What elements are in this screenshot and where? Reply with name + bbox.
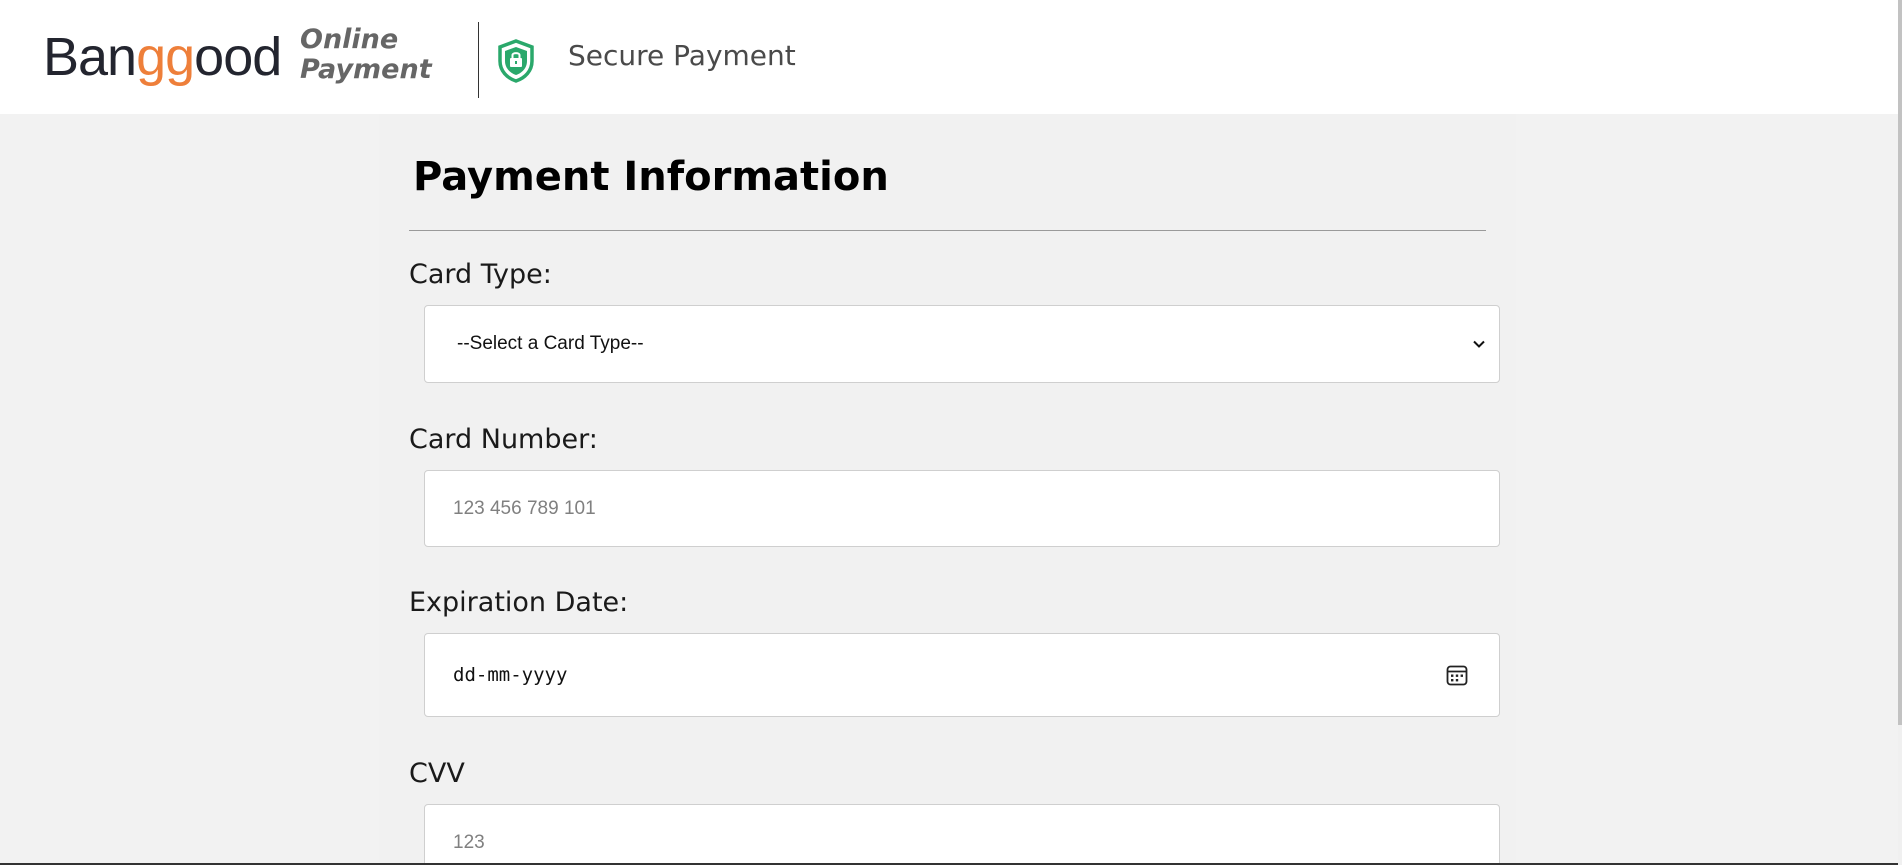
payment-page: Banggood Online Payment Secure Payment P…: [0, 0, 1902, 865]
cvv-placeholder: 123: [453, 832, 485, 853]
card-number-label: Card Number:: [409, 424, 598, 455]
card-type-label: Card Type:: [409, 259, 552, 290]
chevron-down-icon: [1473, 340, 1485, 348]
tagline-line-2: Payment: [300, 54, 432, 85]
header-divider: [478, 22, 479, 98]
online-payment-tagline: Online Payment: [300, 25, 432, 85]
card-type-selected-value: --Select a Card Type--: [457, 333, 644, 354]
banggood-logo[interactable]: Banggood: [43, 24, 282, 90]
shield-lock-icon: [498, 39, 534, 83]
expiration-date-placeholder: dd-mm-yyyy: [453, 664, 568, 686]
logo-accent: gg: [136, 27, 195, 87]
expiration-date-label: Expiration Date:: [409, 587, 629, 618]
calendar-icon[interactable]: [1445, 663, 1469, 687]
site-header: Banggood Online Payment Secure Payment: [0, 0, 1898, 114]
card-type-select[interactable]: --Select a Card Type--: [424, 305, 1500, 383]
page-title: Payment Information: [413, 154, 889, 200]
logo-prefix: Ban: [43, 27, 137, 87]
cvv-input[interactable]: 123: [424, 804, 1500, 865]
card-number-input[interactable]: 123 456 789 101: [424, 470, 1500, 547]
scrollbar-thumb[interactable]: [1898, 0, 1902, 725]
secure-payment-label: Secure Payment: [568, 39, 796, 72]
logo-suffix: ood: [194, 27, 282, 87]
title-divider: [409, 230, 1486, 231]
scrollbar[interactable]: [1898, 0, 1902, 865]
tagline-line-1: Online: [300, 24, 399, 55]
cvv-label: CVV: [409, 758, 465, 789]
expiration-date-input[interactable]: dd-mm-yyyy: [424, 633, 1500, 717]
card-number-placeholder: 123 456 789 101: [453, 497, 596, 519]
